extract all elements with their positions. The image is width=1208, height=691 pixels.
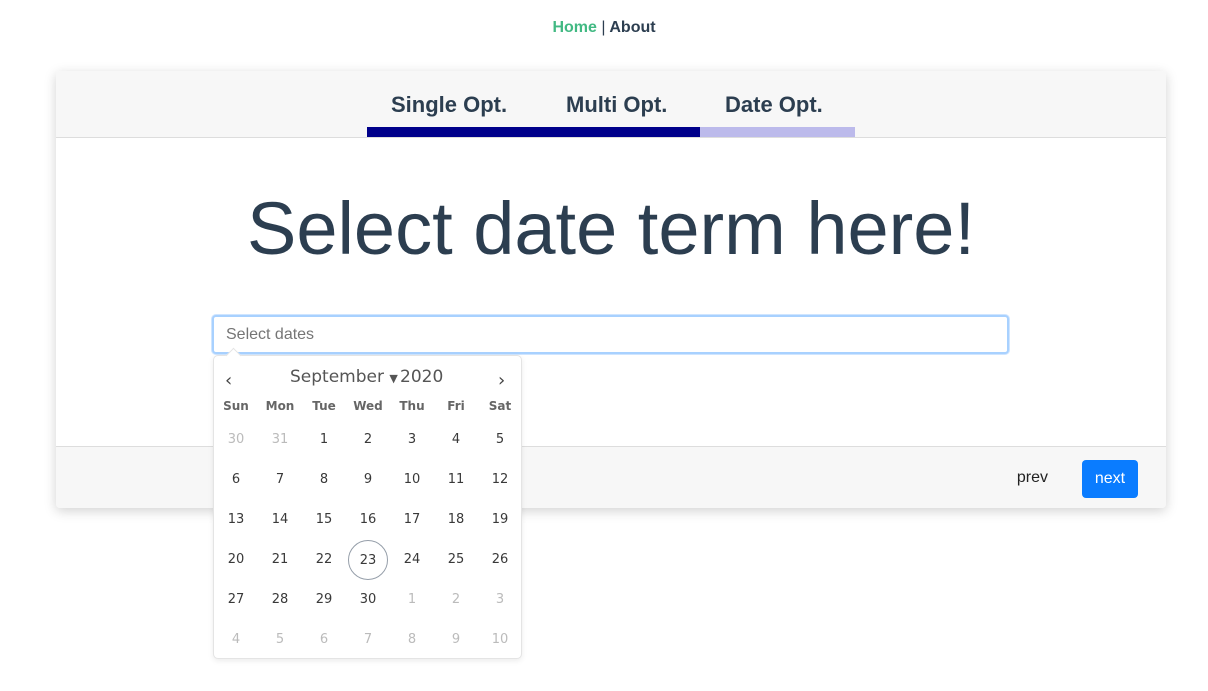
date-range-input[interactable] (212, 315, 1009, 354)
calendar-day[interactable]: 6 (216, 460, 256, 500)
calendar-day[interactable]: 12 (480, 460, 520, 500)
calendar-day[interactable]: 8 (304, 460, 344, 500)
calendar-day[interactable]: 13 (216, 500, 256, 540)
calendar-day-other-month[interactable]: 3 (480, 580, 520, 620)
calendar-day-other-month[interactable]: 10 (480, 620, 520, 660)
weekday-header: Thu (399, 399, 425, 413)
month-select[interactable]: September ▼ (290, 367, 398, 387)
calendar-day[interactable]: 2 (348, 420, 388, 460)
calendar-day[interactable]: 15 (304, 500, 344, 540)
calendar-day-other-month[interactable]: 2 (436, 580, 476, 620)
nav-about-link[interactable]: About (609, 19, 655, 36)
calendar-day[interactable]: 27 (216, 580, 256, 620)
calendar-day[interactable]: 18 (436, 500, 476, 540)
calendar-day-other-month[interactable]: 6 (304, 620, 344, 660)
weekday-header: Fri (447, 399, 465, 413)
nav-separator: | (601, 19, 606, 36)
chevron-down-icon: ▼ (389, 372, 398, 385)
prev-month-icon[interactable]: ‹ (225, 370, 232, 391)
calendar-day-other-month[interactable]: 1 (392, 580, 432, 620)
calendar-day-other-month[interactable]: 8 (392, 620, 432, 660)
calendar-day[interactable]: 30 (348, 580, 388, 620)
calendar-day-other-month[interactable]: 4 (216, 620, 256, 660)
page-title: Select date term here! (246, 187, 976, 270)
weekday-header: Wed (353, 399, 383, 413)
calendar-day[interactable]: 26 (480, 540, 520, 580)
tab-multi-opt[interactable]: Multi Opt. (566, 92, 667, 118)
date-picker-calendar: ‹ September ▼ 2020 › Sun Mon Tue Wed Thu Fri S… (213, 355, 522, 659)
next-button[interactable]: next (1082, 460, 1138, 498)
calendar-day[interactable]: 4 (436, 420, 476, 460)
weekday-header: Sat (488, 399, 512, 413)
calendar-day[interactable]: 16 (348, 500, 388, 540)
calendar-day[interactable]: 23 (348, 540, 388, 580)
progress-bar-done (367, 127, 700, 137)
calendar-day[interactable]: 21 (260, 540, 300, 580)
calendar-day[interactable]: 29 (304, 580, 344, 620)
calendar-day-other-month[interactable]: 30 (216, 420, 256, 460)
calendar-day[interactable]: 28 (260, 580, 300, 620)
calendar-day[interactable]: 1 (304, 420, 344, 460)
tab-date-opt[interactable]: Date Opt. (725, 92, 823, 118)
calendar-day[interactable]: 24 (392, 540, 432, 580)
calendar-day-other-month[interactable]: 5 (260, 620, 300, 660)
calendar-day[interactable]: 9 (348, 460, 388, 500)
calendar-day-other-month[interactable]: 31 (260, 420, 300, 460)
calendar-day[interactable]: 7 (260, 460, 300, 500)
weekday-header: Mon (265, 399, 295, 413)
calendar-day[interactable]: 20 (216, 540, 256, 580)
year-input[interactable]: 2020 (400, 367, 443, 387)
next-month-icon[interactable]: › (498, 370, 505, 391)
top-nav: Home | About (0, 19, 1208, 37)
month-label: September (290, 367, 384, 387)
calendar-day[interactable]: 17 (392, 500, 432, 540)
progress-bar-pending (700, 127, 855, 137)
calendar-day[interactable]: 5 (480, 420, 520, 460)
calendar-day[interactable]: 22 (304, 540, 344, 580)
prev-button[interactable]: prev (1017, 469, 1048, 487)
calendar-day[interactable]: 19 (480, 500, 520, 540)
calendar-day-other-month[interactable]: 9 (436, 620, 476, 660)
calendar-day-other-month[interactable]: 7 (348, 620, 388, 660)
calendar-day[interactable]: 11 (436, 460, 476, 500)
calendar-day[interactable]: 3 (392, 420, 432, 460)
wizard-header: Single Opt. Multi Opt. Date Opt. (56, 71, 1166, 138)
weekday-header: Sun (223, 399, 249, 413)
nav-home-link[interactable]: Home (552, 19, 596, 36)
tab-single-opt[interactable]: Single Opt. (391, 92, 507, 118)
calendar-day[interactable]: 25 (436, 540, 476, 580)
calendar-day[interactable]: 14 (260, 500, 300, 540)
calendar-day[interactable]: 10 (392, 460, 432, 500)
weekday-header: Tue (312, 399, 336, 413)
